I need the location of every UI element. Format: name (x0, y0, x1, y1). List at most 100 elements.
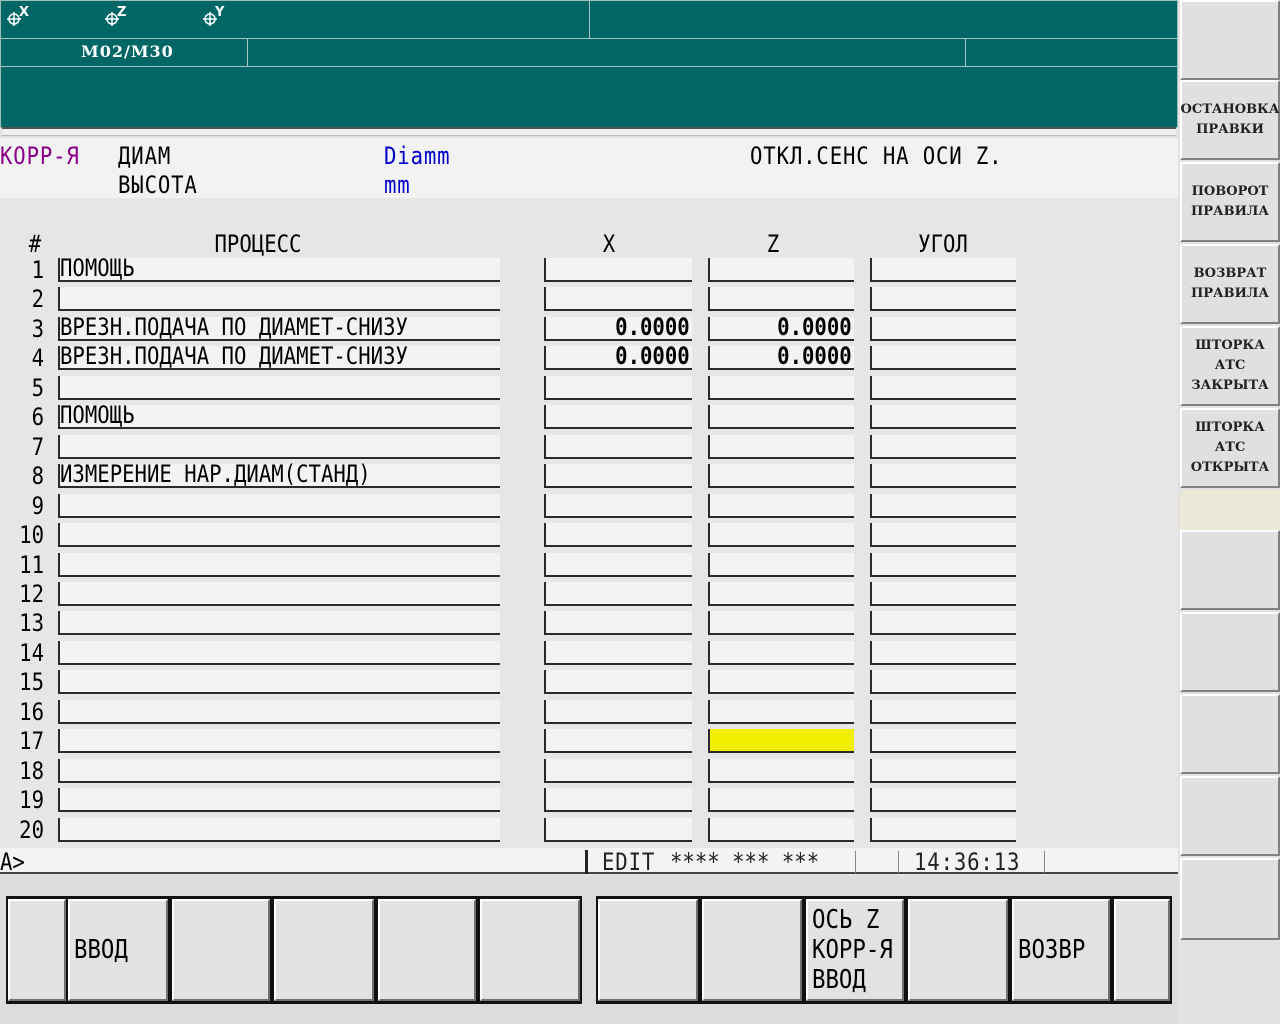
cell-process[interactable] (58, 670, 500, 694)
softkey-6-button[interactable] (480, 899, 580, 1001)
cell-x[interactable] (544, 641, 692, 665)
cell-process[interactable] (58, 818, 500, 842)
cell-z[interactable] (708, 788, 854, 812)
side-softkey-11-button[interactable] (1180, 858, 1280, 940)
cell-process[interactable]: ВРЕЗН.ПОДАЧА ПО ДИАМЕТ-СНИЗУ (58, 313, 500, 341)
cell-process[interactable] (58, 759, 500, 783)
cell-x[interactable] (544, 611, 692, 635)
cell-x[interactable] (544, 376, 692, 400)
command-prompt[interactable]: A> (0, 848, 25, 876)
cell-angle[interactable] (870, 729, 1016, 753)
side-softkey-10-button[interactable] (1180, 776, 1280, 856)
softkey-8-button[interactable] (702, 899, 802, 1001)
cell-x[interactable]: 0.0000 (544, 313, 692, 341)
cell-x[interactable]: 0.0000 (544, 342, 692, 370)
cell-angle[interactable] (870, 435, 1016, 459)
cell-angle[interactable] (870, 818, 1016, 842)
side-softkey-1-button[interactable] (1180, 0, 1280, 80)
cell-process[interactable] (58, 435, 500, 459)
cell-x[interactable] (544, 582, 692, 606)
cell-z[interactable] (708, 818, 854, 842)
cell-x[interactable] (544, 700, 692, 724)
cell-z[interactable] (708, 435, 854, 459)
cell-x[interactable] (544, 258, 692, 282)
cell-process[interactable] (58, 788, 500, 812)
softkey-12-button[interactable] (1114, 899, 1170, 1001)
cell-process[interactable] (58, 494, 500, 518)
cell-angle[interactable] (870, 317, 1016, 341)
cell-z[interactable] (708, 494, 854, 518)
cell-x[interactable] (544, 553, 692, 577)
cell-process[interactable]: ПОМОЩЬ (58, 401, 500, 429)
cell-process[interactable] (58, 287, 500, 311)
cell-x[interactable] (544, 670, 692, 694)
cell-x[interactable] (544, 523, 692, 547)
side-softkey-2-button[interactable]: ОСТАНОВКА ПРАВКИ (1180, 80, 1280, 160)
side-softkey-9-button[interactable] (1180, 694, 1280, 774)
cell-x[interactable] (544, 287, 692, 311)
cell-z[interactable] (708, 700, 854, 724)
cell-angle[interactable] (870, 641, 1016, 665)
cell-process[interactable] (58, 376, 500, 400)
side-softkey-3-button[interactable]: ПОВОРОТ ПРАВИЛА (1180, 162, 1280, 242)
softkey-2-button[interactable]: ВВОД (68, 899, 168, 1001)
side-softkey-7-button[interactable] (1180, 530, 1280, 610)
cell-z[interactable]: 0.0000 (708, 342, 854, 370)
cell-z[interactable] (708, 376, 854, 400)
cell-angle[interactable] (870, 258, 1016, 282)
softkey-7-button[interactable] (598, 899, 698, 1001)
cell-z[interactable] (708, 641, 854, 665)
cell-process[interactable] (58, 523, 500, 547)
softkey-3-button[interactable] (172, 899, 270, 1001)
softkey-9-button[interactable]: ОСЬ Z КОРР-Я ВВОД (806, 899, 904, 1001)
cell-angle[interactable] (870, 405, 1016, 429)
cell-angle[interactable] (870, 553, 1016, 577)
cell-z[interactable] (708, 670, 854, 694)
cell-process[interactable]: ПОМОЩЬ (58, 254, 500, 282)
cell-z[interactable] (708, 611, 854, 635)
cell-z[interactable]: 0.0000 (708, 313, 854, 341)
cell-angle[interactable] (870, 287, 1016, 311)
softkey-11-button[interactable]: ВОЗВР (1012, 899, 1110, 1001)
cell-x[interactable] (544, 494, 692, 518)
softkey-5-button[interactable] (378, 899, 476, 1001)
cell-angle[interactable] (870, 376, 1016, 400)
side-softkey-4-button[interactable]: ВОЗВРАТ ПРАВИЛА (1180, 244, 1280, 324)
cell-process[interactable] (58, 553, 500, 577)
cell-x[interactable] (544, 788, 692, 812)
cell-angle[interactable] (870, 700, 1016, 724)
cell-angle[interactable] (870, 670, 1016, 694)
cell-process[interactable] (58, 611, 500, 635)
cell-angle[interactable] (870, 464, 1016, 488)
cell-x[interactable] (544, 464, 692, 488)
cell-angle[interactable] (870, 523, 1016, 547)
cell-z[interactable] (708, 553, 854, 577)
cell-z[interactable] (708, 523, 854, 547)
cell-process[interactable]: ВРЕЗН.ПОДАЧА ПО ДИАМЕТ-СНИЗУ (58, 342, 500, 370)
cell-x[interactable] (544, 818, 692, 842)
cell-z[interactable] (708, 582, 854, 606)
cell-angle[interactable] (870, 582, 1016, 606)
cell-x[interactable] (544, 435, 692, 459)
selected-cell-z[interactable] (708, 729, 854, 753)
cell-x[interactable] (544, 729, 692, 753)
side-softkey-6-button[interactable]: ШТОРКА АТС ОТКРЫТА (1180, 408, 1280, 488)
cell-x[interactable] (544, 405, 692, 429)
softkey-1-button[interactable] (8, 899, 66, 1001)
cell-angle[interactable] (870, 611, 1016, 635)
cell-process[interactable] (58, 582, 500, 606)
cell-process[interactable] (58, 700, 500, 724)
cell-angle[interactable] (870, 346, 1016, 370)
cell-z[interactable] (708, 258, 854, 282)
cell-process[interactable]: ИЗМЕРЕНИЕ НАР.ДИАМ(СТАНД) (58, 460, 500, 488)
side-softkey-8-button[interactable] (1180, 612, 1280, 692)
cell-z[interactable] (708, 287, 854, 311)
cell-process[interactable] (58, 729, 500, 753)
cell-z[interactable] (708, 405, 854, 429)
cell-angle[interactable] (870, 788, 1016, 812)
cell-angle[interactable] (870, 494, 1016, 518)
cell-angle[interactable] (870, 759, 1016, 783)
cell-z[interactable] (708, 759, 854, 783)
cell-process[interactable] (58, 641, 500, 665)
cell-x[interactable] (544, 759, 692, 783)
